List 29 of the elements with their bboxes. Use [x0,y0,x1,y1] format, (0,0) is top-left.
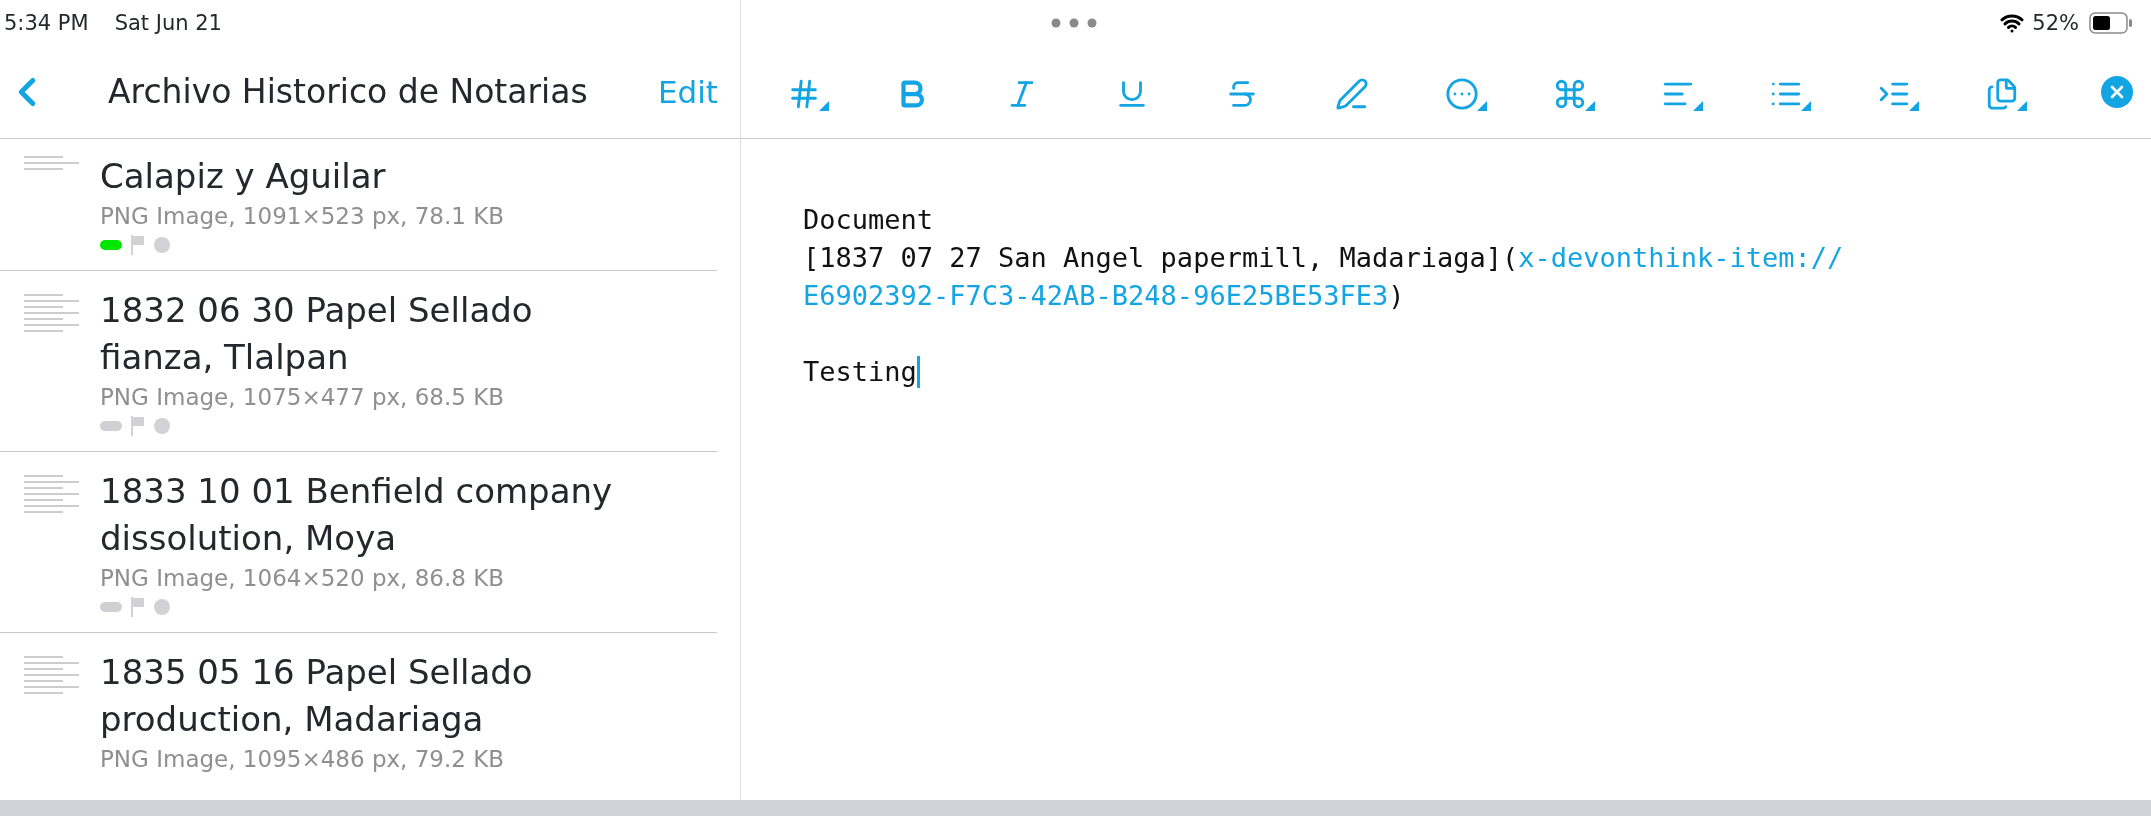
editor-text: ) [1388,279,1405,313]
editor-text: Testing [803,355,917,389]
battery-percent: 52% [2032,10,2079,35]
status-circle [154,237,170,253]
status-time: 5:34 PM [4,10,89,35]
document-title[interactable]: 1832 06 30 Papel Sellado fianza, Tlalpan [100,287,625,381]
flag-icon [130,235,146,255]
editor-text: Document [803,203,934,237]
pencil-icon [1335,76,1369,111]
document-title[interactable]: 1835 05 16 Papel Sellado production, Madariaga [100,649,625,743]
status-circle [154,418,170,434]
flag-icon [130,597,146,617]
close-icon [2109,83,2125,100]
document-title[interactable]: Calapiz y Aguilar [100,153,625,200]
nav-title: Archivo Historico de Notarias [108,72,589,111]
battery-icon [2089,11,2133,34]
document-meta: PNG Image, 1091×523 px, 78.1 KB [100,202,506,231]
status-date: Sat Jun 21 [114,10,222,35]
document-meta: PNG Image, 1095×486 px, 79.2 KB [100,745,506,774]
status-circle [154,599,170,615]
multitasking-dots-icon[interactable] [1051,17,1097,28]
documents-icon [1985,76,2019,111]
document-title[interactable]: 1833 10 01 Benfield company dissolution, Moya [100,468,625,562]
flag-icon [130,416,146,436]
document-meta: PNG Image, 1075×477 px, 68.5 KB [100,383,506,412]
ellipsis-circle-icon [1445,76,1479,111]
document-meta: PNG Image, 1064×520 px, 86.8 KB [100,564,506,593]
close-button[interactable] [2101,75,2133,108]
editor-text: [1837 07 27 San Angel papermill, Madariaga]( [803,241,1519,275]
